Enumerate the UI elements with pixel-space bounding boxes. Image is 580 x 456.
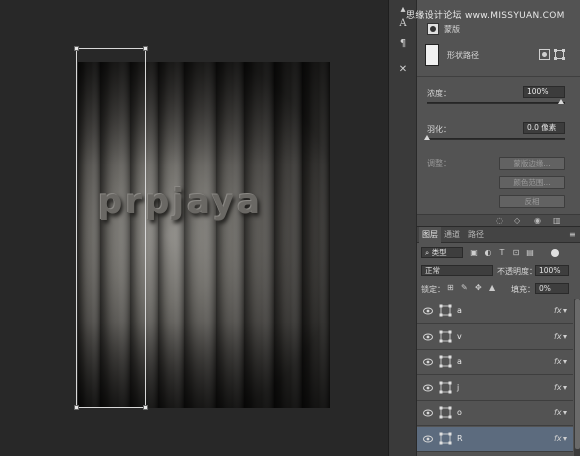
layer-effects-icon[interactable]: fx <box>554 306 562 315</box>
layer-name[interactable]: R <box>457 434 463 443</box>
smart-object-filter-icon[interactable]: ▤ <box>525 248 535 258</box>
feather-label: 羽化： <box>427 125 451 134</box>
layers-tab-bar: 图层 通道 路径 ≡ <box>417 227 580 243</box>
adjust-label: 调整： <box>427 159 451 168</box>
transform-handle-top-right[interactable] <box>143 46 148 51</box>
opacity-input[interactable]: 100% <box>535 265 569 276</box>
layers-panel: 图层 通道 路径 ≡ ⌕ 类型 ▣ ◐ T ⊡ ▤ 正常 不透明度： 100% … <box>416 226 580 456</box>
filter-type-label: 类型 <box>431 248 447 257</box>
shape-layer-thumbnail-icon <box>439 406 452 419</box>
layer-name[interactable]: a <box>457 357 462 366</box>
color-range-button[interactable]: 颜色范围... <box>499 176 565 189</box>
blend-mode-dropdown[interactable]: 正常 <box>421 265 493 276</box>
load-selection-icon[interactable]: ◌ <box>496 216 503 225</box>
density-input[interactable]: 100% <box>523 86 565 98</box>
properties-panel: 蒙版 形状路径 浓度： 100% 羽化： 0.0 像素 调整： 蒙版边缘... … <box>416 0 580 226</box>
expand-effects-icon[interactable] <box>563 309 567 313</box>
add-mask-icon[interactable] <box>539 49 550 60</box>
layer-name[interactable]: v <box>457 332 462 341</box>
feather-slider-thumb[interactable] <box>424 135 430 140</box>
shape-layer-thumbnail-icon <box>439 304 452 317</box>
expand-effects-icon[interactable] <box>563 436 567 441</box>
tab-channels[interactable]: 通道 <box>441 227 463 243</box>
density-label: 浓度： <box>427 89 451 98</box>
apply-mask-icon[interactable]: ◇ <box>514 216 520 225</box>
layer-row[interactable]: v fx <box>417 324 573 350</box>
pixel-filter-icon[interactable]: ▣ <box>469 248 479 258</box>
filter-toggle-icon[interactable] <box>551 249 559 257</box>
transform-handle-top-left[interactable] <box>74 46 79 51</box>
expand-effects-icon[interactable] <box>563 411 567 415</box>
layer-effects-icon[interactable]: fx <box>554 434 562 443</box>
expand-effects-icon[interactable] <box>563 385 567 390</box>
adjustment-filter-icon[interactable]: ◐ <box>483 248 493 258</box>
eye-icon[interactable] <box>423 333 433 341</box>
lock-all-icon[interactable]: ▲ <box>489 283 495 292</box>
expand-effects-icon[interactable] <box>563 334 567 339</box>
panel-menu-icon[interactable]: ≡ <box>569 230 576 239</box>
eye-icon[interactable] <box>423 307 433 315</box>
panel-icon-strip: ▴ A ¶ ✕ <box>388 0 416 456</box>
divider <box>417 76 580 77</box>
layer-row[interactable]: j fx <box>417 375 573 401</box>
fill-input[interactable]: 0% <box>535 283 569 294</box>
transform-handle-bottom-left[interactable] <box>74 405 79 410</box>
lock-image-icon[interactable]: ✎ <box>461 283 468 292</box>
layers-scroll-thumb[interactable] <box>575 299 580 449</box>
layer-row[interactable]: Rfx <box>417 426 573 452</box>
expand-effects-icon[interactable] <box>563 360 567 364</box>
properties-header: 蒙版 <box>417 20 580 40</box>
eye-icon[interactable] <box>423 435 433 443</box>
transform-handle-bottom-right[interactable] <box>143 405 148 410</box>
shape-filter-icon[interactable]: ⊡ <box>511 248 521 258</box>
layer-name[interactable]: a <box>457 306 462 315</box>
shape-layer-thumbnail-icon <box>439 355 452 368</box>
tab-layers[interactable]: 图层 <box>419 227 441 243</box>
vector-mask-thumbnail[interactable] <box>425 44 439 66</box>
lock-position-icon[interactable]: ✥ <box>475 283 482 292</box>
eye-icon[interactable] <box>423 384 433 392</box>
shape-layer-thumbnail-icon <box>439 432 452 444</box>
density-slider-thumb[interactable] <box>558 99 564 104</box>
eye-icon[interactable] <box>423 409 433 417</box>
visibility-icon[interactable]: ◉ <box>534 216 541 225</box>
shape-layer-thumbnail-icon <box>439 330 452 342</box>
filter-type-dropdown[interactable]: ⌕ 类型 <box>421 247 463 258</box>
shape-path-row: 形状路径 <box>417 42 580 68</box>
tab-paths[interactable]: 路径 <box>465 227 487 243</box>
layer-effects-icon[interactable]: fx <box>554 332 562 341</box>
shape-path-label: 形状路径 <box>447 51 479 60</box>
properties-footer: ◌ ◇ ◉ ▥ <box>417 214 580 226</box>
invert-button[interactable]: 反相 <box>499 195 565 208</box>
layer-effects-icon[interactable]: fx <box>554 383 562 392</box>
lock-label: 锁定： <box>421 285 445 294</box>
shape-layer-thumbnail-icon <box>439 381 452 393</box>
mask-icon <box>427 23 439 35</box>
opacity-label: 不透明度： <box>497 267 537 276</box>
lock-transparent-icon[interactable]: ⊞ <box>447 283 454 292</box>
delete-mask-icon[interactable]: ▥ <box>553 216 561 225</box>
eye-icon[interactable] <box>423 358 433 366</box>
layer-name[interactable]: j <box>457 383 459 392</box>
layer-effects-icon[interactable]: fx <box>554 357 562 366</box>
layer-row[interactable]: a fx <box>417 299 573 324</box>
properties-title: 蒙版 <box>444 25 460 34</box>
paragraph-icon[interactable]: ¶ <box>395 36 411 52</box>
mask-edge-button[interactable]: 蒙版边缘... <box>499 157 565 170</box>
filter-search-icon: ⌕ <box>425 248 432 257</box>
canvas-area[interactable]: prpjaya <box>0 0 388 456</box>
fill-label: 填充： <box>511 285 535 294</box>
layer-row[interactable]: o fx <box>417 401 573 426</box>
layer-effects-icon[interactable]: fx <box>554 408 562 417</box>
layer-name[interactable]: o <box>457 408 462 417</box>
transform-bounding-box[interactable] <box>74 46 148 410</box>
feather-input[interactable]: 0.0 像素 <box>523 122 565 134</box>
type-filter-icon[interactable]: T <box>497 248 507 258</box>
tools-icon[interactable]: ✕ <box>395 62 411 78</box>
feather-slider[interactable] <box>427 138 565 140</box>
density-slider[interactable] <box>427 102 565 104</box>
vector-mask-icon[interactable] <box>554 49 565 60</box>
watermark: 思缘设计论坛 www.MISSYUAN.COM <box>406 11 565 21</box>
layer-row[interactable]: a fx <box>417 350 573 375</box>
